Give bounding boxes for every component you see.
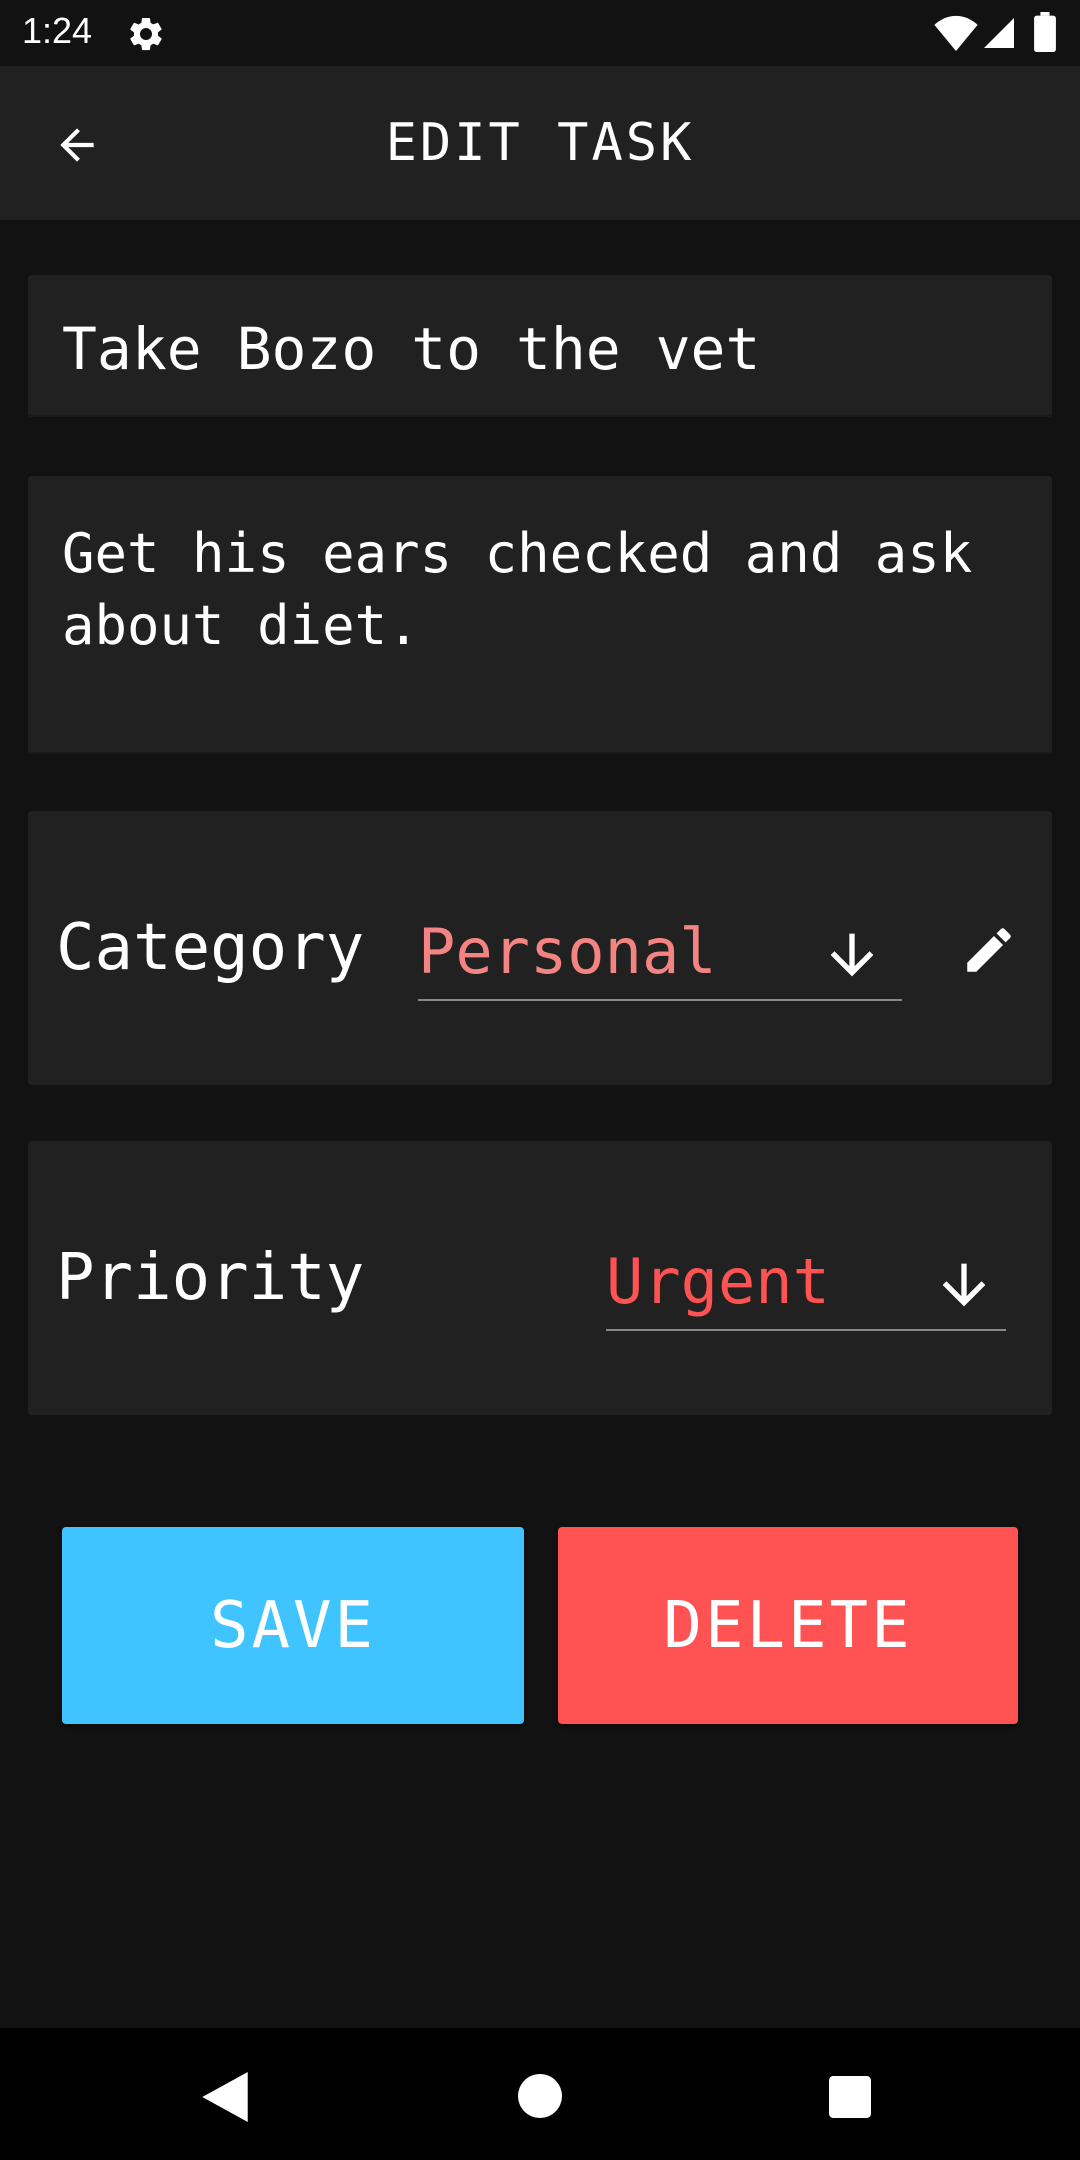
back-button[interactable] xyxy=(40,108,114,182)
priority-value: Urgent xyxy=(606,1245,830,1318)
save-button[interactable]: SAVE xyxy=(62,1527,524,1724)
battery-icon xyxy=(1034,12,1056,52)
priority-label: Priority xyxy=(56,1241,365,1315)
page-title: EDIT TASK xyxy=(385,113,695,173)
task-title-input[interactable]: Take Bozo to the vet xyxy=(28,275,1052,417)
category-dropdown[interactable]: Personal xyxy=(418,901,902,1001)
nav-recents-icon[interactable] xyxy=(829,2076,871,2118)
cell-signal-icon xyxy=(984,18,1014,48)
priority-card: Priority Urgent xyxy=(28,1141,1052,1415)
arrow-down-icon xyxy=(942,1263,986,1307)
task-description-input[interactable]: Get his ears checked and ask about diet. xyxy=(28,476,1052,754)
priority-dropdown[interactable]: Urgent xyxy=(606,1231,1006,1331)
app-toolbar: EDIT TASK xyxy=(0,66,1080,220)
status-bar: 1:24 xyxy=(0,0,1080,66)
category-value: Personal xyxy=(418,915,717,988)
nav-home-icon[interactable] xyxy=(518,2074,562,2118)
system-nav-bar xyxy=(0,2028,1080,2160)
category-label: Category xyxy=(56,911,365,985)
settings-gear-icon xyxy=(130,17,162,51)
status-time: 1:24 xyxy=(22,10,93,51)
category-card: Category Personal xyxy=(28,811,1052,1085)
nav-back-icon[interactable] xyxy=(202,2072,248,2122)
wifi-icon xyxy=(934,15,978,51)
arrow-down-icon xyxy=(830,933,874,977)
pencil-icon xyxy=(967,928,1011,972)
edit-category-button[interactable] xyxy=(952,913,1026,987)
delete-button[interactable]: DELETE xyxy=(558,1527,1018,1724)
arrow-back-icon xyxy=(60,128,94,162)
